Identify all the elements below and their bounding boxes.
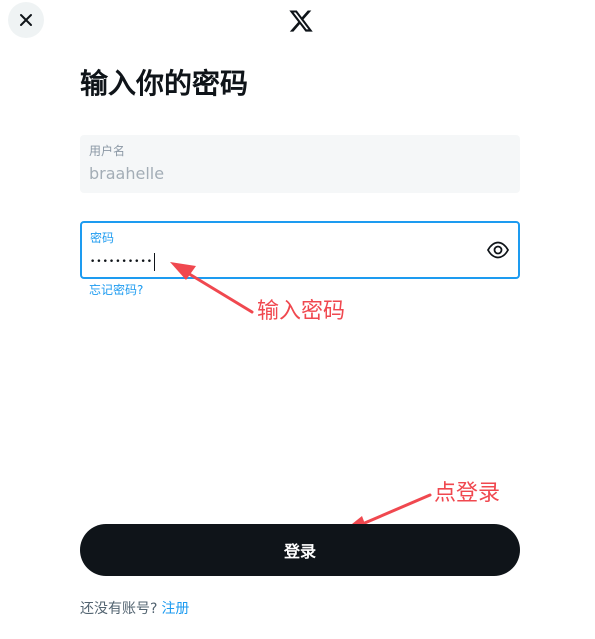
password-masked-value: •••••••••• xyxy=(90,257,154,267)
username-value: braahelle xyxy=(89,164,165,183)
close-icon xyxy=(20,14,32,26)
page-title: 输入你的密码 xyxy=(80,67,249,100)
forgot-password-link[interactable]: 忘记密码? xyxy=(89,282,143,298)
password-label: 密码 xyxy=(90,231,115,245)
signup-link[interactable]: 注册 xyxy=(161,601,189,617)
password-input[interactable]: •••••••••• xyxy=(90,252,156,272)
username-field: 用户名 braahelle xyxy=(80,135,520,193)
signup-prompt: 还没有账号? xyxy=(80,601,158,617)
login-button[interactable]: 登录 xyxy=(80,524,520,576)
text-caret xyxy=(154,253,156,271)
annotation-login-hint: 点登录 xyxy=(434,481,501,506)
annotation-password-hint: 输入密码 xyxy=(257,299,346,324)
x-logo-icon xyxy=(289,10,313,32)
signup-row: 还没有账号? 注册 xyxy=(80,599,189,619)
eye-icon[interactable] xyxy=(486,238,510,262)
username-label: 用户名 xyxy=(89,144,126,158)
close-button[interactable] xyxy=(8,2,44,38)
password-field[interactable]: 密码 •••••••••• xyxy=(80,221,520,279)
